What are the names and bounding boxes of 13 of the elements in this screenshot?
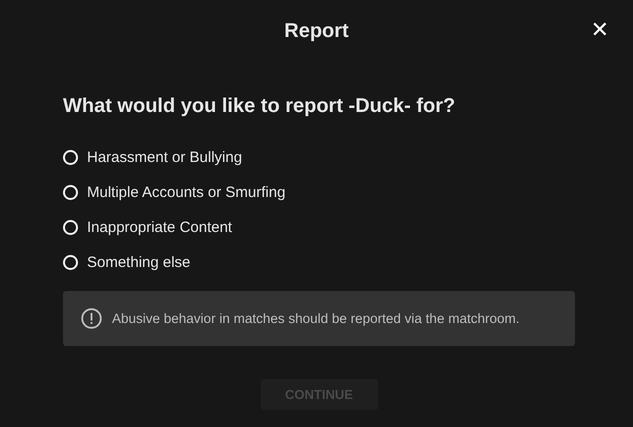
radio-button[interactable]	[63, 185, 78, 200]
info-icon	[81, 308, 102, 329]
radio-button[interactable]	[63, 255, 78, 270]
close-button[interactable]: ✕	[590, 20, 609, 42]
radio-button[interactable]	[63, 220, 78, 235]
notice-text: Abusive behavior in matches should be reported via the matchroom.	[112, 311, 520, 326]
dialog-title: Report	[284, 20, 349, 42]
option-label[interactable]: Something else	[87, 254, 190, 271]
radio-button[interactable]	[63, 150, 78, 165]
option-label[interactable]: Inappropriate Content	[87, 219, 232, 236]
option-label[interactable]: Multiple Accounts or Smurfing	[87, 184, 286, 201]
option-label[interactable]: Harassment or Bullying	[87, 149, 242, 166]
question-heading: What would you like to report -Duck- for?	[63, 94, 456, 119]
